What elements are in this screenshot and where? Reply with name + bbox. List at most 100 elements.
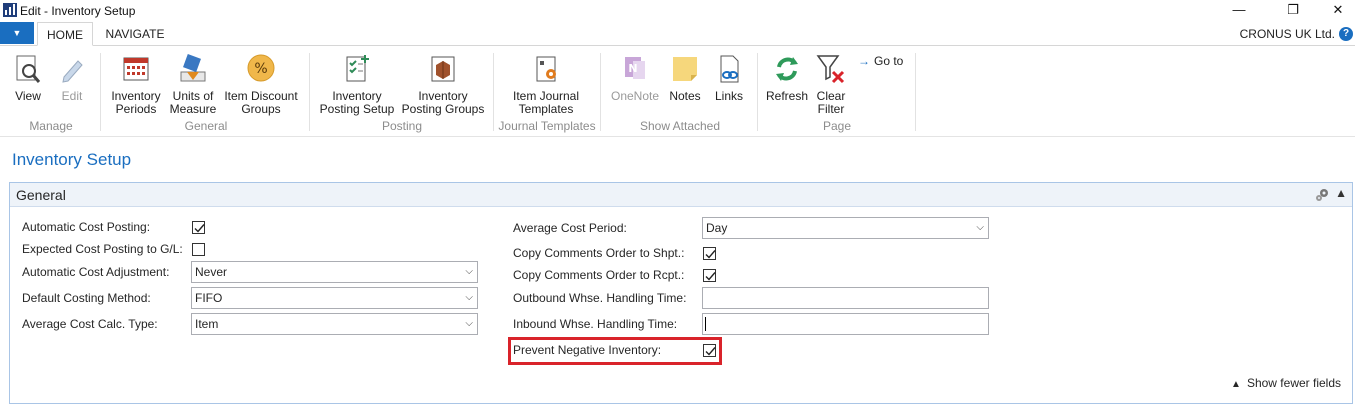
svg-text:%: %: [254, 61, 267, 77]
clear-filter-button[interactable]: Clear Filter: [812, 53, 850, 116]
onenote-label: OneNote: [610, 89, 660, 103]
copy-comments-rcpt-checkbox[interactable]: [703, 269, 716, 282]
clear-filter-label-2: Filter: [817, 102, 845, 116]
chevron-down-icon: ⌵: [465, 318, 473, 329]
inbound-handling-time-input[interactable]: [702, 313, 989, 335]
go-to-label: Go to: [874, 54, 904, 68]
view-label: View: [15, 89, 41, 103]
group-label-journal-templates: Journal Templates: [498, 119, 596, 133]
copy-comments-rcpt-label: Copy Comments Order to Rcpt.:: [513, 268, 685, 282]
edit-button[interactable]: Edit: [56, 53, 88, 103]
copy-comments-shpt-label: Copy Comments Order to Shpt.:: [513, 246, 685, 260]
journal-template-icon: [536, 56, 556, 82]
expected-cost-posting-label: Expected Cost Posting to G/L:: [22, 242, 183, 256]
item-discount-groups-button[interactable]: % Item Discount Groups: [222, 53, 300, 116]
inventory-posting-setup-button[interactable]: Inventory Posting Setup: [318, 53, 396, 116]
automatic-cost-posting-label: Automatic Cost Posting:: [22, 220, 151, 234]
automatic-cost-posting-checkbox[interactable]: [192, 221, 205, 234]
chevron-down-icon: ⌵: [976, 222, 984, 233]
calendar-grid-icon: [123, 57, 149, 81]
onenote-button[interactable]: N OneNote: [608, 53, 662, 103]
percent-icon: %: [247, 54, 275, 82]
group-separator: [493, 53, 494, 131]
edit-label: Edit: [61, 89, 83, 103]
refresh-icon: [776, 57, 798, 81]
group-label-posting: Posting: [381, 119, 423, 133]
automatic-cost-adjustment-label: Automatic Cost Adjustment:: [22, 265, 170, 279]
average-cost-calc-type-select[interactable]: Item ⌵: [191, 313, 478, 335]
checklist-icon: [346, 55, 369, 82]
group-label-manage: Manage: [29, 119, 73, 133]
item-journal-templates-label-2: Templates: [518, 102, 574, 116]
average-cost-period-value: Day: [706, 221, 728, 235]
group-separator: [309, 53, 310, 131]
automatic-cost-adjustment-value: Never: [195, 265, 228, 279]
prevent-negative-inventory-checkbox[interactable]: [703, 344, 716, 357]
inventory-periods-label-2: Periods: [115, 102, 157, 116]
group-separator: [915, 53, 916, 131]
inventory-posting-groups-label-2: Posting Groups: [401, 102, 485, 116]
copy-comments-shpt-checkbox[interactable]: [703, 247, 716, 260]
refresh-button[interactable]: Refresh: [766, 53, 808, 103]
units-of-measure-button[interactable]: Units of Measure: [168, 53, 218, 116]
view-icon: [16, 55, 41, 83]
page-title: Inventory Setup: [12, 150, 132, 169]
app-icon: [3, 3, 17, 17]
link-icon: [720, 55, 739, 83]
fasttab-title: General: [16, 187, 66, 203]
links-button[interactable]: Links: [712, 53, 746, 103]
restore-button[interactable]: ❐: [1270, 0, 1316, 22]
sticky-note-icon: [673, 57, 697, 81]
notes-button[interactable]: Notes: [666, 53, 704, 103]
notes-label: Notes: [669, 89, 701, 103]
group-separator: [100, 53, 101, 131]
group-label-show-attached: Show Attached: [639, 119, 721, 133]
chevron-up-icon: ▲: [1231, 379, 1241, 390]
links-label: Links: [714, 89, 743, 103]
app-menu-button[interactable]: ▼: [0, 22, 34, 44]
go-to-button[interactable]: → Go to: [858, 54, 903, 68]
window-title: Edit - Inventory Setup: [20, 4, 136, 18]
chevron-up-icon[interactable]: ▲: [1335, 186, 1347, 200]
fasttab-header[interactable]: General ▲: [10, 183, 1352, 207]
units-of-measure-icon: [180, 54, 206, 82]
prevent-negative-inventory-label: Prevent Negative Inventory:: [513, 343, 662, 357]
chevron-down-icon: ⌵: [465, 292, 473, 303]
group-label-page: Page: [822, 119, 852, 133]
company-name: CRONUS UK Ltd.: [1239, 27, 1335, 41]
units-of-measure-label-2: Measure: [169, 102, 217, 116]
view-button[interactable]: View: [12, 53, 44, 103]
show-fewer-fields-link[interactable]: ▲ Show fewer fields: [1231, 376, 1341, 390]
inventory-periods-button[interactable]: Inventory Periods: [108, 53, 164, 116]
text-caret: [705, 317, 706, 331]
outbound-handling-time-input[interactable]: [702, 287, 989, 309]
minimize-button[interactable]: —: [1216, 0, 1262, 22]
close-button[interactable]: ✕: [1315, 0, 1355, 22]
gear-icon[interactable]: [1314, 187, 1330, 203]
ribbon-tab-row: ▼ HOME NAVIGATE CRONUS UK Ltd. ?: [0, 22, 1355, 46]
help-icon[interactable]: ?: [1339, 27, 1353, 41]
clear-filter-icon: [816, 55, 845, 84]
automatic-cost-adjustment-select[interactable]: Never ⌵: [191, 261, 478, 283]
item-journal-templates-button[interactable]: Item Journal Templates: [500, 53, 592, 116]
inbound-handling-time-label: Inbound Whse. Handling Time:: [513, 317, 678, 331]
tab-navigate[interactable]: NAVIGATE: [100, 22, 170, 46]
edit-icon: [62, 60, 83, 83]
inventory-posting-setup-label-2: Posting Setup: [319, 102, 395, 116]
group-separator: [757, 53, 758, 131]
expected-cost-posting-checkbox[interactable]: [192, 243, 205, 256]
ribbon: View Edit Manage Inventory Periods Units…: [0, 47, 1355, 137]
refresh-label: Refresh: [766, 89, 809, 103]
show-fewer-fields-label: Show fewer fields: [1246, 376, 1341, 390]
inventory-posting-groups-button[interactable]: Inventory Posting Groups: [400, 53, 486, 116]
arrow-right-icon: →: [858, 54, 870, 68]
group-separator: [600, 53, 601, 131]
default-costing-method-select[interactable]: FIFO ⌵: [191, 287, 478, 309]
default-costing-method-value: FIFO: [195, 291, 223, 305]
tab-home[interactable]: HOME: [37, 22, 93, 46]
title-bar: Edit - Inventory Setup — ❐ ✕: [0, 0, 1355, 22]
average-cost-period-select[interactable]: Day ⌵: [702, 217, 989, 239]
chevron-down-icon: ⌵: [465, 266, 473, 277]
outbound-handling-time-label: Outbound Whse. Handling Time:: [513, 291, 687, 305]
average-cost-calc-type-label: Average Cost Calc. Type:: [22, 317, 158, 331]
